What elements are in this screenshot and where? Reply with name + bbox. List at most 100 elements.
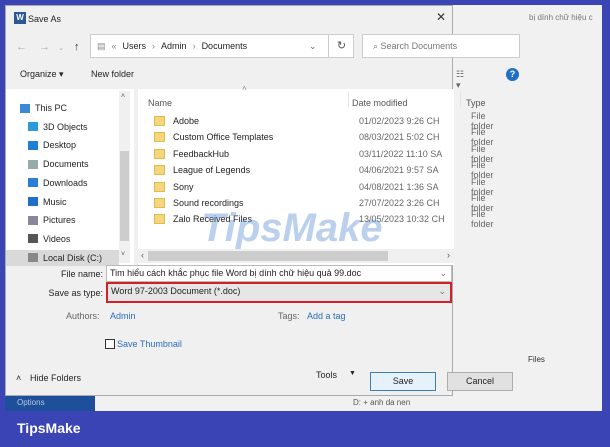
file-row[interactable]: FeedbackHub 03/11/2022 11:10 SA File folde…	[148, 144, 494, 164]
file-name-label: File name:	[60, 269, 103, 279]
brand-logo: TipsMake	[17, 420, 81, 436]
nav-item-label: Pictures	[43, 215, 76, 226]
word-icon: W	[14, 12, 26, 24]
search-input[interactable]: ⌕ Search Documents	[362, 34, 520, 58]
folder-icon	[154, 198, 165, 208]
search-placeholder: Search Documents	[380, 41, 458, 51]
help-button[interactable]: ?	[506, 68, 519, 81]
nav-item-label: Documents	[43, 159, 89, 170]
breadcrumb-documents[interactable]: Documents	[202, 41, 248, 51]
folder-path-icon: ▤	[97, 40, 106, 51]
nav-scrollbar[interactable]: ˄ ˅	[119, 91, 130, 263]
cancel-button[interactable]: Cancel	[447, 372, 513, 391]
folder-icon	[154, 165, 165, 176]
nav-item[interactable]: 3D Objects	[28, 119, 128, 135]
background-drive-text: D: + anh da nen	[353, 398, 411, 407]
add-tag-link[interactable]: Add a tag	[307, 311, 346, 321]
tools-dropdown-icon[interactable]: ▼	[349, 370, 356, 377]
nav-item-label: Local Disk (C:)	[43, 252, 103, 263]
nav-item-label: Downloads	[43, 177, 88, 188]
pc-icon	[20, 103, 30, 113]
watermark: TipsMake	[201, 206, 383, 250]
file-row[interactable]: Adobe 01/02/2023 9:26 CH File folder	[148, 111, 494, 131]
save-thumbnail-checkbox[interactable]	[105, 339, 115, 349]
background-doc-text: bị dính chữ hiệu c	[529, 13, 593, 22]
file-row[interactable]: Sony 04/08/2021 1:36 SA File folder	[148, 177, 494, 197]
picture-icon	[28, 215, 38, 225]
nav-item-label: Desktop	[43, 140, 77, 151]
file-name: Custom Office Templates	[173, 132, 274, 143]
document-icon	[28, 159, 38, 169]
file-name-value: Tim hiểu cách khắc phục file Word bị dín…	[110, 268, 362, 278]
music-icon	[28, 197, 38, 206]
file-name: Sony	[173, 181, 194, 192]
view-options-button[interactable]: ☷ ▾	[456, 69, 464, 91]
file-name: Adobe	[173, 116, 200, 126]
desktop-icon	[28, 140, 38, 150]
column-type[interactable]: Type	[466, 98, 486, 108]
disk-icon	[28, 253, 38, 263]
organize-button[interactable]: Organize ▾	[20, 69, 64, 80]
save-as-type-label: Save as type:	[48, 288, 103, 298]
nav-item[interactable]: This PC	[20, 100, 120, 116]
chevron-up-icon[interactable]: ˄	[16, 373, 21, 383]
column-name[interactable]: Name	[148, 98, 172, 108]
close-button[interactable]: ✕	[436, 10, 446, 24]
folder-icon	[154, 181, 165, 192]
folder-icon	[154, 148, 165, 159]
back-button[interactable]: ←	[16, 41, 27, 53]
save-thumbnail-label[interactable]: Save Thumbnail	[117, 339, 182, 349]
breadcrumb-admin[interactable]: Admin	[161, 41, 187, 51]
save-as-type-value: Word 97-2003 Document (*.doc)	[111, 286, 241, 296]
background-sidebar-text: Options	[17, 398, 45, 407]
file-name: FeedbackHub	[173, 148, 230, 159]
nav-item[interactable]: Videos	[28, 231, 128, 247]
nav-item-label: Videos	[43, 233, 71, 244]
file-name: League of Legends	[173, 165, 251, 176]
download-icon	[28, 178, 38, 188]
horizontal-scrollbar[interactable]: ‹ ›	[138, 249, 454, 263]
file-date: 01/02/2023 9:26 CH	[359, 116, 440, 126]
tools-button[interactable]: Tools	[316, 370, 337, 380]
cube-icon	[28, 122, 38, 132]
nav-item-label: Music	[43, 196, 67, 207]
nav-item[interactable]: Pictures	[28, 212, 128, 228]
search-icon: ⌕	[373, 41, 381, 51]
chevron-down-icon[interactable]: ⌄	[309, 41, 317, 52]
nav-item-label: 3D Objects	[43, 121, 88, 132]
save-as-type-select[interactable]: Word 97-2003 Document (*.doc) ⌄	[108, 284, 450, 301]
file-row[interactable]: Custom Office Templates 08/03/2021 5:02 C…	[148, 127, 494, 147]
video-icon	[28, 234, 38, 244]
nav-item[interactable]: Music	[28, 194, 128, 210]
nav-item[interactable]: Downloads	[28, 175, 128, 191]
file-row[interactable]: League of Legends 04/06/2021 9:57 SA File …	[148, 160, 494, 180]
new-folder-button[interactable]: New folder	[91, 69, 134, 79]
file-date: 08/03/2021 5:02 CH	[359, 132, 440, 143]
column-date-modified[interactable]: Date modified	[352, 98, 408, 108]
folder-icon	[154, 116, 165, 126]
tags-label: Tags:	[278, 311, 300, 321]
file-date: 03/11/2022 11:10 SA	[359, 148, 443, 159]
sort-indicator-icon: ˄	[242, 84, 247, 93]
background-files-text: Files	[528, 355, 545, 364]
nav-item[interactable]: Local Disk (C:)	[6, 249, 119, 266]
hide-folders-button[interactable]: Hide Folders	[30, 373, 81, 383]
refresh-button[interactable]: ↻	[328, 34, 354, 58]
file-date: 04/06/2021 9:57 SA	[359, 165, 439, 176]
overflow-chevron: «	[111, 41, 117, 51]
save-button[interactable]: Save	[370, 372, 436, 391]
nav-item[interactable]: Desktop	[28, 137, 128, 153]
file-type: File folder	[471, 209, 494, 230]
dialog-title: Save As	[28, 14, 62, 24]
up-button[interactable]: ↑	[74, 41, 80, 53]
recent-dropdown-icon[interactable]: ⌄	[58, 44, 64, 52]
nav-item[interactable]: Documents	[28, 156, 128, 172]
file-name-input[interactable]: Tim hiểu cách khắc phục file Word bị dín…	[106, 265, 452, 282]
breadcrumb-users[interactable]: Users	[123, 41, 147, 51]
authors-link[interactable]: Admin	[110, 311, 136, 321]
file-date: 04/08/2021 1:36 SA	[359, 181, 439, 192]
navigation-pane: This PC 3D Objects Desktop Documents Downloa…	[6, 89, 134, 266]
nav-item-label: This PC	[35, 103, 68, 113]
forward-button[interactable]: →	[39, 41, 50, 53]
address-bar[interactable]: ▤ « Users › Admin › Documents ⌄	[90, 34, 354, 58]
